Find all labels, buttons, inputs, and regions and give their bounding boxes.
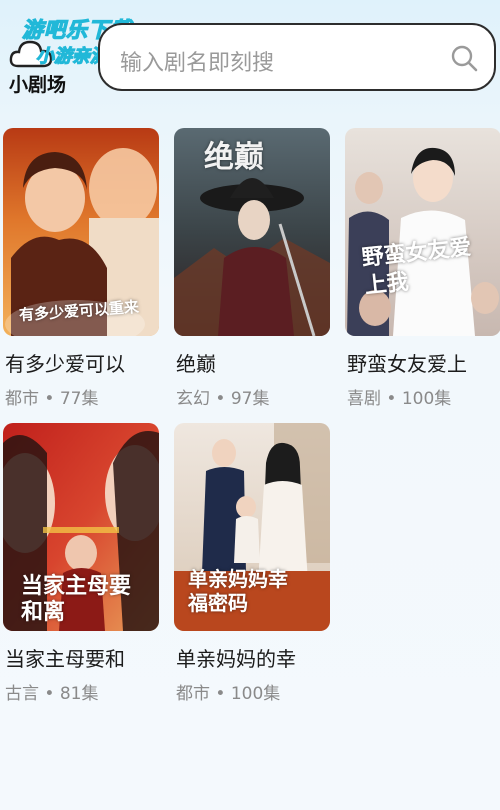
- drama-meta: 玄幻 • 97集: [176, 389, 270, 409]
- drama-card[interactable]: 有多少爱可以重来 有多少爱可以 都市 • 77集: [3, 128, 161, 409]
- search-placeholder: 输入剧名即刻搜: [120, 51, 275, 76]
- drama-poster[interactable]: 单亲妈妈幸福密码: [174, 423, 330, 631]
- drama-title: 绝巅: [176, 352, 216, 376]
- drama-card[interactable]: 野蛮女友爱上我 野蛮女友爱上 喜剧 • 100集: [345, 128, 500, 409]
- drama-poster[interactable]: 绝巅: [174, 128, 330, 336]
- drama-title: 野蛮女友爱上: [347, 352, 467, 376]
- header: 游吧乐下载 小游亲测 小剧场 输入剧名即刻搜: [0, 0, 500, 110]
- poster-title-text: 当家主母要和离: [21, 573, 132, 625]
- poster-title-text: 绝巅: [204, 140, 264, 175]
- drama-poster[interactable]: 当家主母要和离: [3, 423, 159, 631]
- app-name: 小剧场: [9, 74, 67, 96]
- drama-poster[interactable]: 野蛮女友爱上我: [345, 128, 500, 336]
- drama-title: 当家主母要和: [5, 647, 125, 671]
- drama-card[interactable]: 当家主母要和离 当家主母要和 古言 • 81集: [3, 423, 161, 704]
- drama-card[interactable]: 单亲妈妈幸福密码 单亲妈妈的幸 都市 • 100集: [174, 423, 332, 704]
- search-input[interactable]: 输入剧名即刻搜: [98, 23, 496, 91]
- drama-meta: 都市 • 77集: [5, 389, 99, 409]
- poster-title-text: 单亲妈妈幸福密码: [188, 567, 288, 615]
- drama-title: 有多少爱可以: [5, 352, 125, 376]
- drama-title: 单亲妈妈的幸: [176, 647, 296, 671]
- drama-meta: 古言 • 81集: [5, 684, 99, 704]
- drama-card[interactable]: 绝巅 绝巅 玄幻 • 97集: [174, 128, 332, 409]
- search-icon[interactable]: [450, 44, 478, 72]
- drama-meta: 喜剧 • 100集: [347, 389, 452, 409]
- drama-meta: 都市 • 100集: [176, 684, 281, 704]
- drama-poster[interactable]: 有多少爱可以重来: [3, 128, 159, 336]
